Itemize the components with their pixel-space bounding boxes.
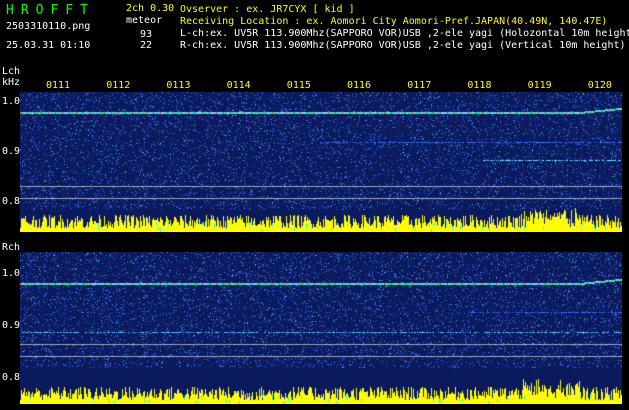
- time-tick-0118: 0118: [467, 80, 492, 91]
- time-tick-0119: 0119: [527, 80, 552, 91]
- location-line: Receiving Location : ex. Aomori City Aom…: [180, 16, 608, 27]
- lch-config-line: L-ch:ex. UV5R 113.900Mhz(SAPPORO VOR)USB…: [180, 28, 629, 39]
- rch-ytick-3: 0.8: [2, 372, 21, 383]
- lch-time-axis: 0111 0112 0113 0114 0115 0116 0117 0118 0119 0120: [20, 80, 622, 92]
- rch-meteor-count: 22: [140, 40, 153, 51]
- filename-label: 2503310110.png: [6, 21, 91, 32]
- time-tick-0120: 0120: [587, 80, 612, 91]
- rch-spectrogram: [20, 252, 622, 404]
- time-tick-0112: 0112: [106, 80, 131, 91]
- rch-label: Rch: [2, 242, 21, 253]
- rch-config-line: R-ch:ex. UV5R 113.900Mhz(SAPPORO VOR)USB…: [180, 40, 626, 51]
- lch-meteor-count: 93: [140, 29, 153, 40]
- rch-ytick-1: 1.0: [2, 268, 21, 279]
- lch-unit-label: kHz: [2, 77, 21, 88]
- app-logo: HROFFT: [6, 3, 95, 18]
- lch-ytick-2: 0.9: [2, 146, 21, 157]
- rch-ytick-2: 0.9: [2, 320, 21, 331]
- time-tick-0115: 0115: [286, 80, 311, 91]
- time-tick-0113: 0113: [166, 80, 191, 91]
- mode-label: 2ch 0.30: [126, 3, 175, 14]
- time-tick-0117: 0117: [407, 80, 432, 91]
- time-tick-0114: 0114: [226, 80, 251, 91]
- datetime-label: 25.03.31 01:10: [6, 40, 91, 51]
- time-tick-0111: 0111: [46, 80, 71, 91]
- time-tick-0116: 0116: [347, 80, 372, 91]
- hrofft-window: HROFFT 2ch 0.30 meteor 2503310110.png 25…: [0, 0, 629, 410]
- meteor-label: meteor: [126, 15, 163, 26]
- lch-ytick-1: 1.0: [2, 96, 21, 107]
- lch-label: Lch: [2, 66, 21, 77]
- observer-line: Ovserver : ex. JR7CYX [ kid ]: [180, 4, 355, 15]
- lch-spectrogram: [20, 92, 622, 232]
- lch-ytick-3: 0.8: [2, 196, 21, 207]
